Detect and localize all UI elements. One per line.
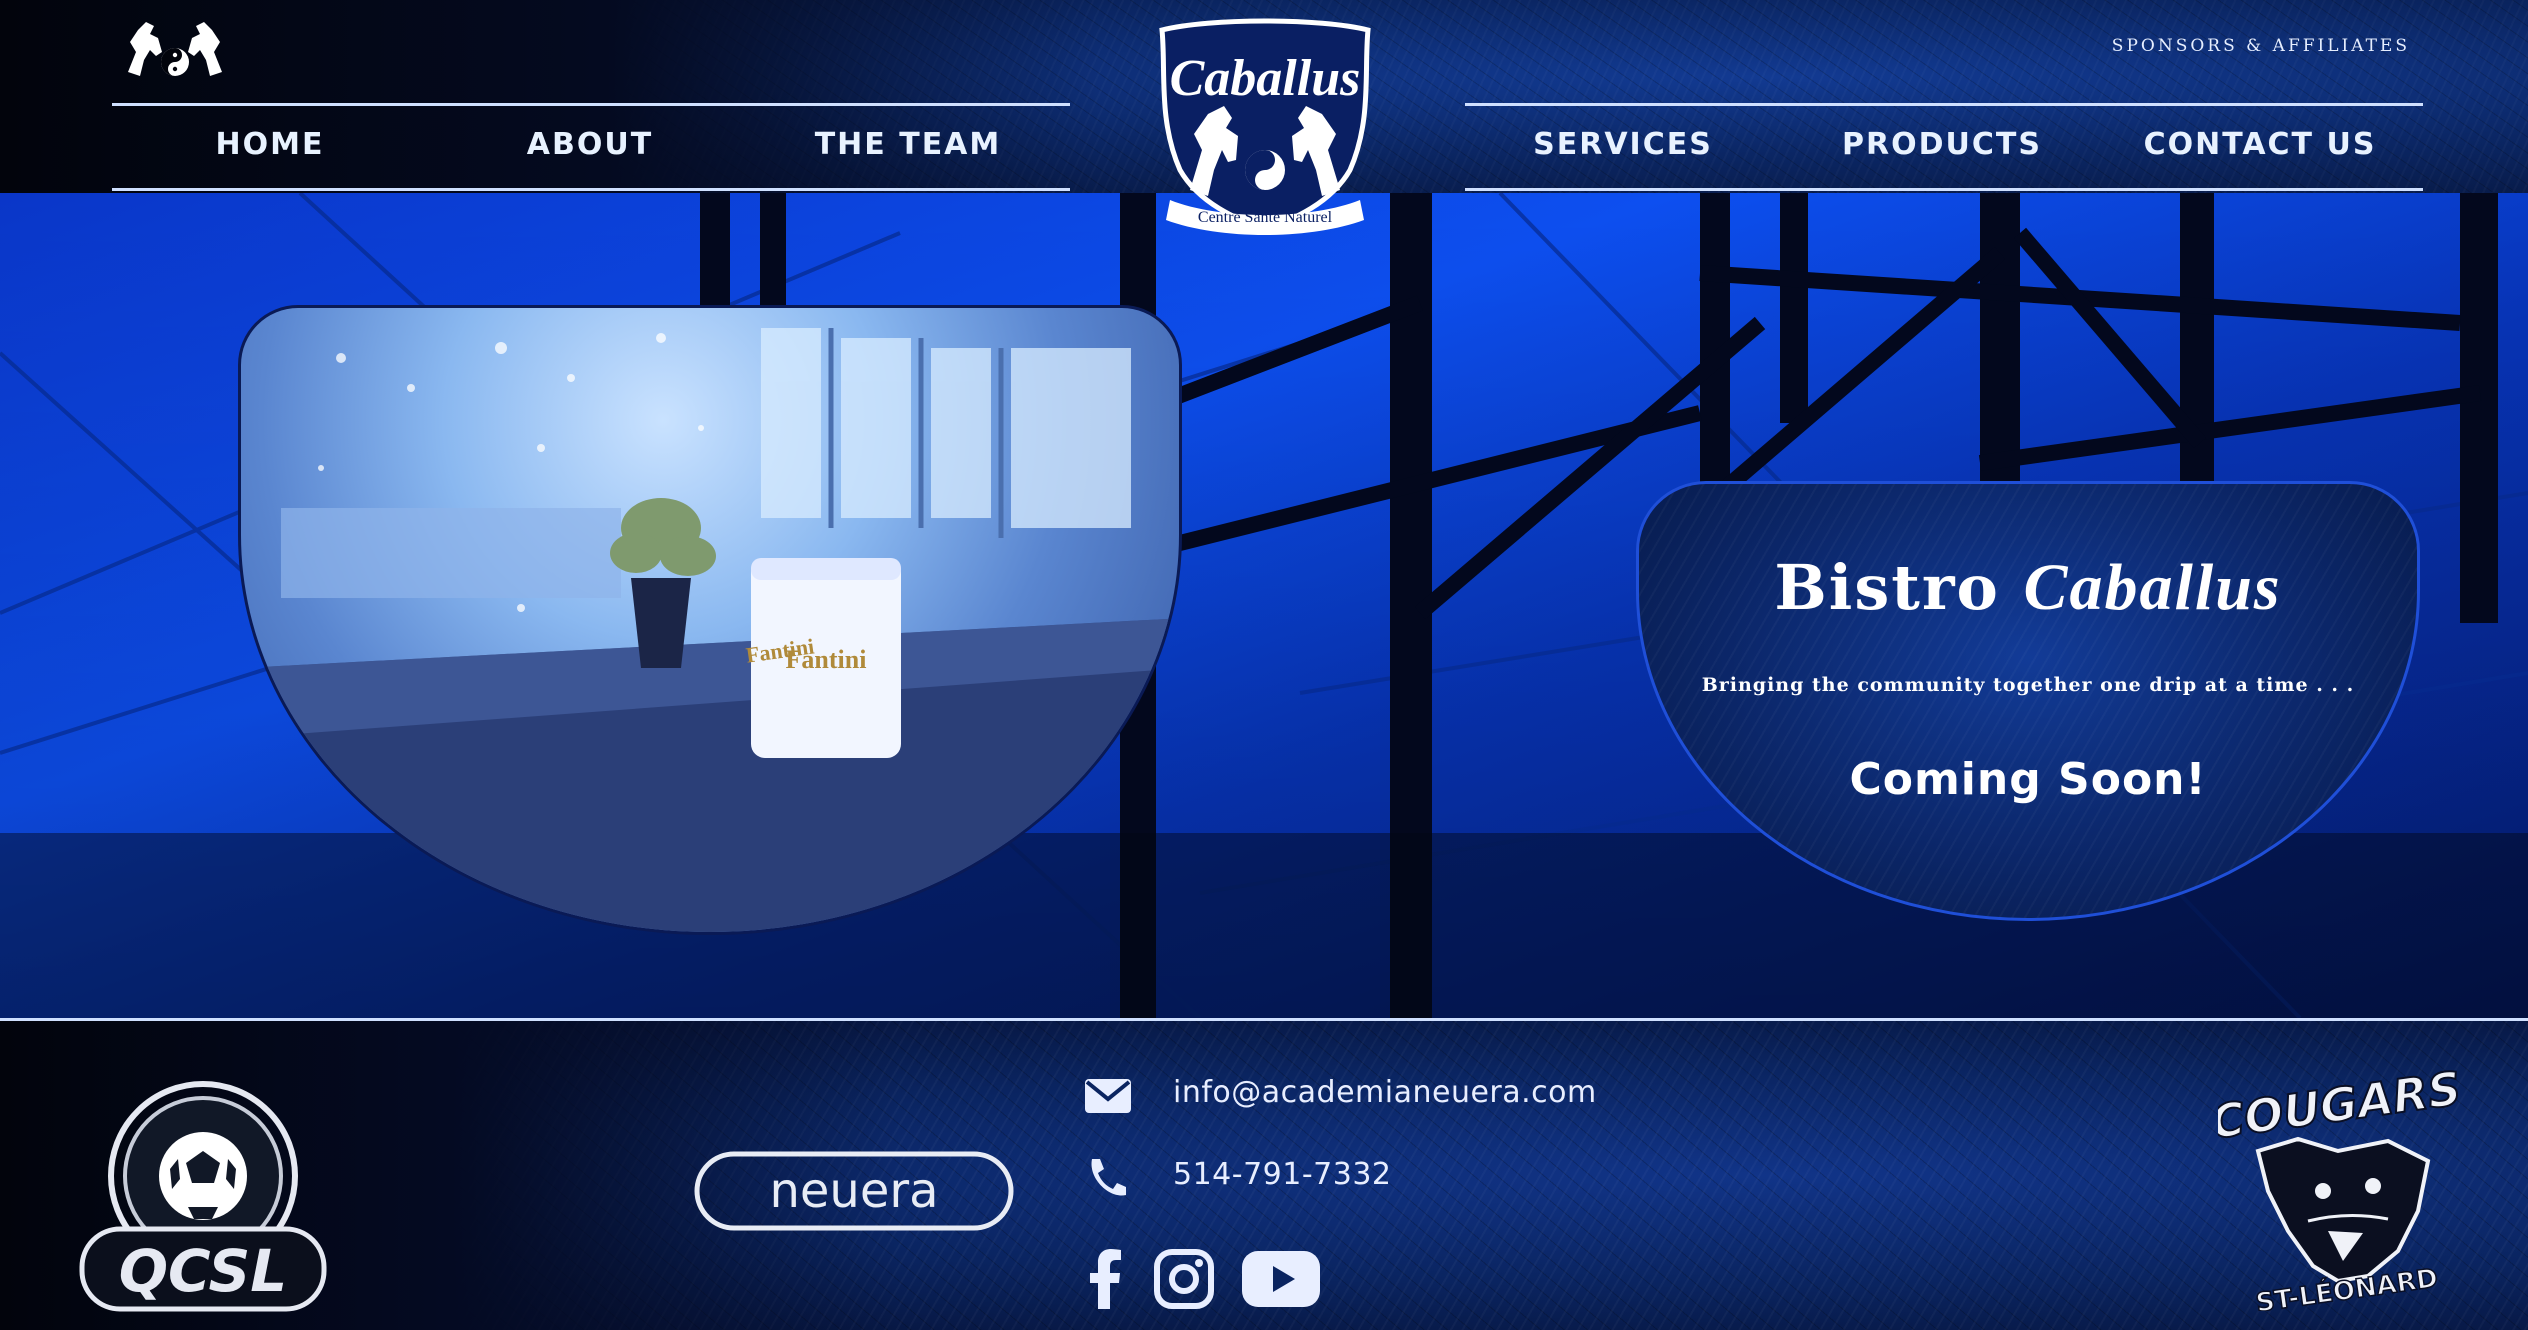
phone-icon: [1091, 1159, 1126, 1196]
nav-contact-us[interactable]: CONTACT US: [2130, 127, 2390, 167]
nav-the-team[interactable]: THE TEAM: [778, 127, 1038, 167]
svg-text:neuera: neuera: [769, 1163, 938, 1219]
bistro-tagline: Bringing the community together one drip…: [1701, 674, 2355, 696]
nav-services[interactable]: SERVICES: [1493, 127, 1753, 167]
phone-link[interactable]: 514-791-7332: [1173, 1157, 1392, 1192]
horses-yin-yang-icon[interactable]: [120, 12, 230, 84]
svg-text:COUGARS: COUGARS: [2218, 1061, 2458, 1149]
qcsl-logo[interactable]: QCSL: [78, 1081, 328, 1317]
nav-about[interactable]: ABOUT: [460, 127, 720, 167]
crest-brand-text: Caballus: [1170, 50, 1361, 107]
hero-section: Fantini Fantini Bistro Caballus Bringing…: [0, 193, 2528, 1018]
nav-home[interactable]: HOME: [140, 127, 400, 167]
email-link[interactable]: info@academianeuera.com: [1173, 1075, 1597, 1110]
nav-divider-top-left: [112, 103, 1070, 106]
cougars-st-leonard-logo[interactable]: COUGARS ST-LÉONARD: [2218, 1061, 2458, 1311]
facebook-icon[interactable]: [1090, 1249, 1122, 1309]
nav-divider-top-right: [1465, 103, 2423, 106]
instagram-icon[interactable]: [1154, 1249, 1214, 1309]
bistro-title-prefix: Bistro: [1774, 551, 2000, 624]
nav-products[interactable]: PRODUCTS: [1812, 127, 2072, 167]
coming-soon-text: Coming Soon!: [1849, 754, 2207, 805]
svg-text:QCSL: QCSL: [119, 1237, 288, 1305]
crest-subtitle: Centre Sante Naturel: [1198, 209, 1333, 226]
site-footer: QCSL neuera info@academianeuera.com 514-…: [0, 1018, 2528, 1330]
bistro-photo: Fantini Fantini: [238, 305, 1182, 935]
bistro-title: Bistro Caballus: [1639, 550, 2417, 626]
youtube-icon[interactable]: [1242, 1251, 1320, 1307]
sponsors-affiliates-link[interactable]: SPONSORS & AFFILIATES: [2112, 36, 2410, 56]
nav-divider-bottom-right: [1465, 188, 2423, 191]
neuera-logo[interactable]: neuera: [694, 1151, 1014, 1231]
caballus-crest-logo[interactable]: Caballus Centre Sante Naturel: [1150, 10, 1380, 240]
envelope-icon: [1085, 1079, 1131, 1113]
nav-divider-bottom-left: [112, 188, 1070, 191]
bistro-title-script: Caballus: [2023, 551, 2282, 624]
